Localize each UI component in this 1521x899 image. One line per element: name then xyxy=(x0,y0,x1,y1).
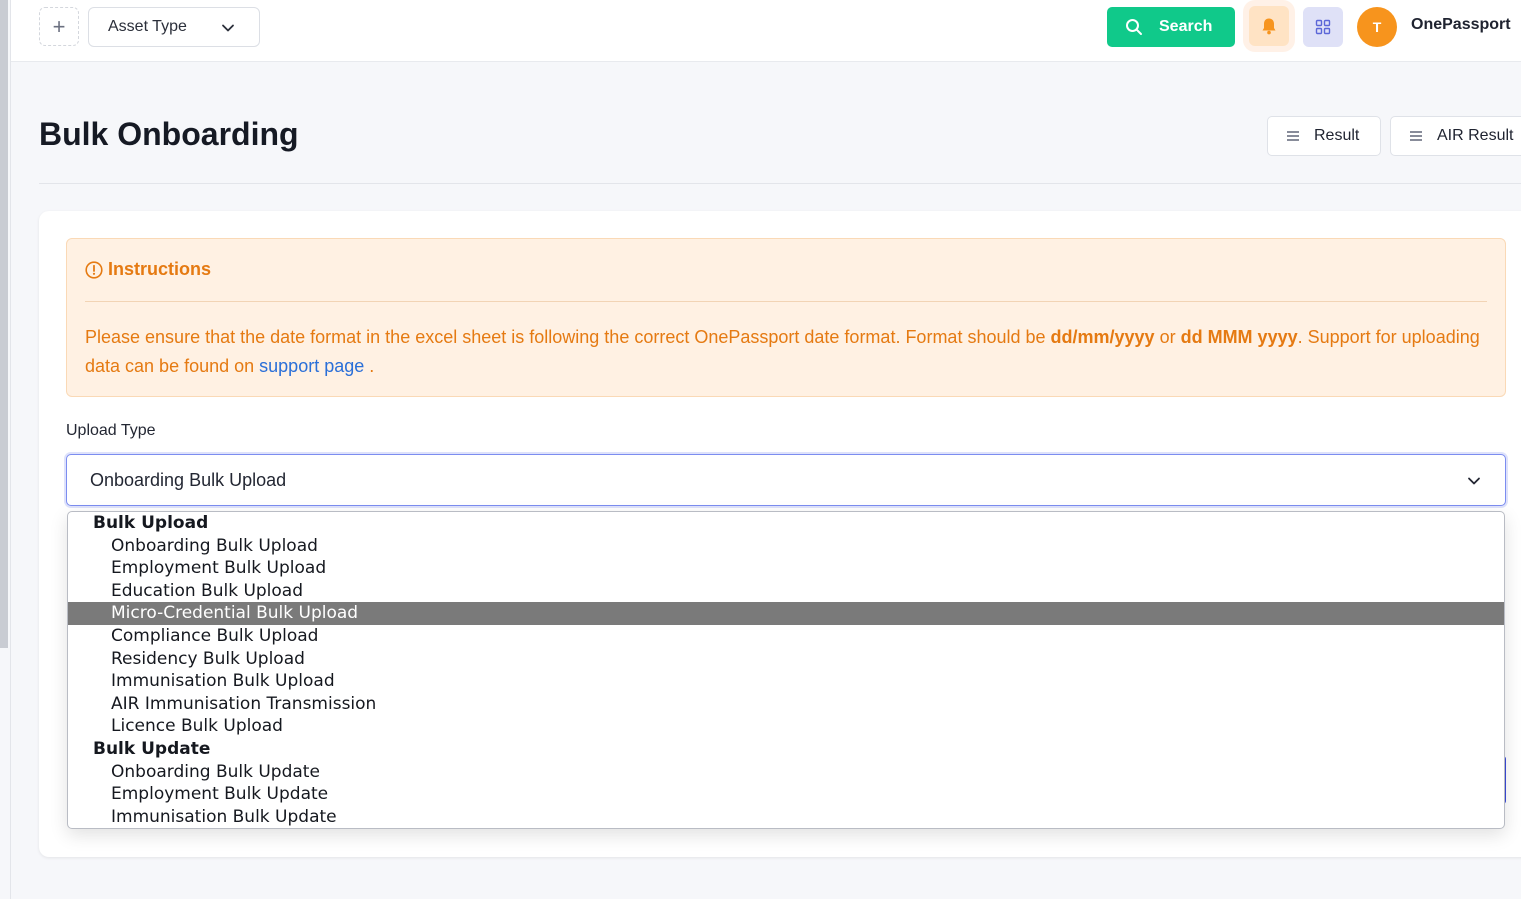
plus-icon: + xyxy=(52,13,66,39)
avatar-initial: T xyxy=(1372,19,1382,35)
page-title: Bulk Onboarding xyxy=(39,116,299,152)
air-result-button-label: AIR Result xyxy=(1437,127,1514,144)
alert-circle-icon xyxy=(85,260,103,279)
option-employment-bulk-update[interactable]: Employment Bulk Update xyxy=(68,783,1504,806)
option-onboarding-bulk-upload[interactable]: Onboarding Bulk Upload xyxy=(68,535,1504,558)
upload-type-label: Upload Type xyxy=(66,422,156,439)
date-format-primary: dd/mm/yyyy xyxy=(1050,327,1155,347)
option-micro-credential-bulk-upload[interactable]: Micro-Credential Bulk Upload xyxy=(68,602,1504,625)
option-immunisation-bulk-upload[interactable]: Immunisation Bulk Upload xyxy=(68,670,1504,693)
menu-lines-icon xyxy=(1287,131,1299,141)
notifications-button[interactable] xyxy=(1249,6,1289,46)
window-scrollbar[interactable] xyxy=(0,0,8,648)
option-employment-bulk-upload[interactable]: Employment Bulk Upload xyxy=(68,557,1504,580)
instructions-divider xyxy=(85,301,1487,302)
search-button[interactable]: Search xyxy=(1107,7,1235,47)
option-air-immunisation-transmission[interactable]: AIR Immunisation Transmission xyxy=(68,693,1504,716)
instructions-heading-text: Instructions xyxy=(108,259,212,279)
add-button[interactable]: + xyxy=(39,7,79,46)
asset-type-dropdown[interactable]: Asset Type xyxy=(88,7,260,47)
asset-type-label: Asset Type xyxy=(108,18,187,35)
search-icon xyxy=(1126,19,1142,35)
option-immunisation-bulk-update[interactable]: Immunisation Bulk Update xyxy=(68,806,1504,828)
header-divider xyxy=(39,183,1521,184)
result-button-label: Result xyxy=(1314,127,1360,144)
upload-type-selected: Onboarding Bulk Upload xyxy=(90,469,287,490)
support-page-link[interactable]: support page xyxy=(259,356,364,376)
instructions-heading: Instructions xyxy=(85,259,211,280)
instructions-text-part: Please ensure that the date format in th… xyxy=(85,327,1051,347)
result-button[interactable]: Result xyxy=(1267,116,1381,156)
chevron-down-icon xyxy=(222,24,234,32)
brand-name: OnePassport xyxy=(1411,16,1511,33)
option-group-bulk-upload: Bulk Upload xyxy=(93,513,209,533)
option-compliance-bulk-upload[interactable]: Compliance Bulk Upload xyxy=(68,625,1504,648)
upload-type-select[interactable]: Onboarding Bulk Upload xyxy=(66,454,1506,506)
option-licence-bulk-upload[interactable]: Licence Bulk Upload xyxy=(68,715,1504,738)
instructions-text-part: . xyxy=(364,356,375,376)
date-format-secondary: dd MMM yyyy xyxy=(1180,327,1298,347)
upload-type-options: Bulk Upload Onboarding Bulk Upload Emplo… xyxy=(67,511,1505,829)
instructions-text-part: or xyxy=(1154,327,1181,347)
instructions-text: Please ensure that the date format in th… xyxy=(85,323,1495,381)
chevron-down-icon xyxy=(1468,477,1480,485)
bell-icon xyxy=(1262,18,1276,35)
option-residency-bulk-upload[interactable]: Residency Bulk Upload xyxy=(68,648,1504,671)
option-group-bulk-update: Bulk Update xyxy=(93,738,211,759)
user-avatar[interactable]: T xyxy=(1357,7,1397,47)
menu-lines-icon xyxy=(1410,131,1422,141)
search-button-label: Search xyxy=(1159,18,1213,35)
top-bar: + Asset Type Search T OnePassport xyxy=(11,0,1521,62)
apps-button[interactable] xyxy=(1303,7,1343,47)
instructions-panel: Instructions Please ensure that the date… xyxy=(66,238,1506,397)
option-education-bulk-upload[interactable]: Education Bulk Upload xyxy=(68,580,1504,603)
option-onboarding-bulk-update[interactable]: Onboarding Bulk Update xyxy=(68,761,1504,784)
air-result-button[interactable]: AIR Result xyxy=(1390,116,1521,156)
sidebar-divider xyxy=(10,0,11,899)
grid-icon xyxy=(1315,19,1331,35)
